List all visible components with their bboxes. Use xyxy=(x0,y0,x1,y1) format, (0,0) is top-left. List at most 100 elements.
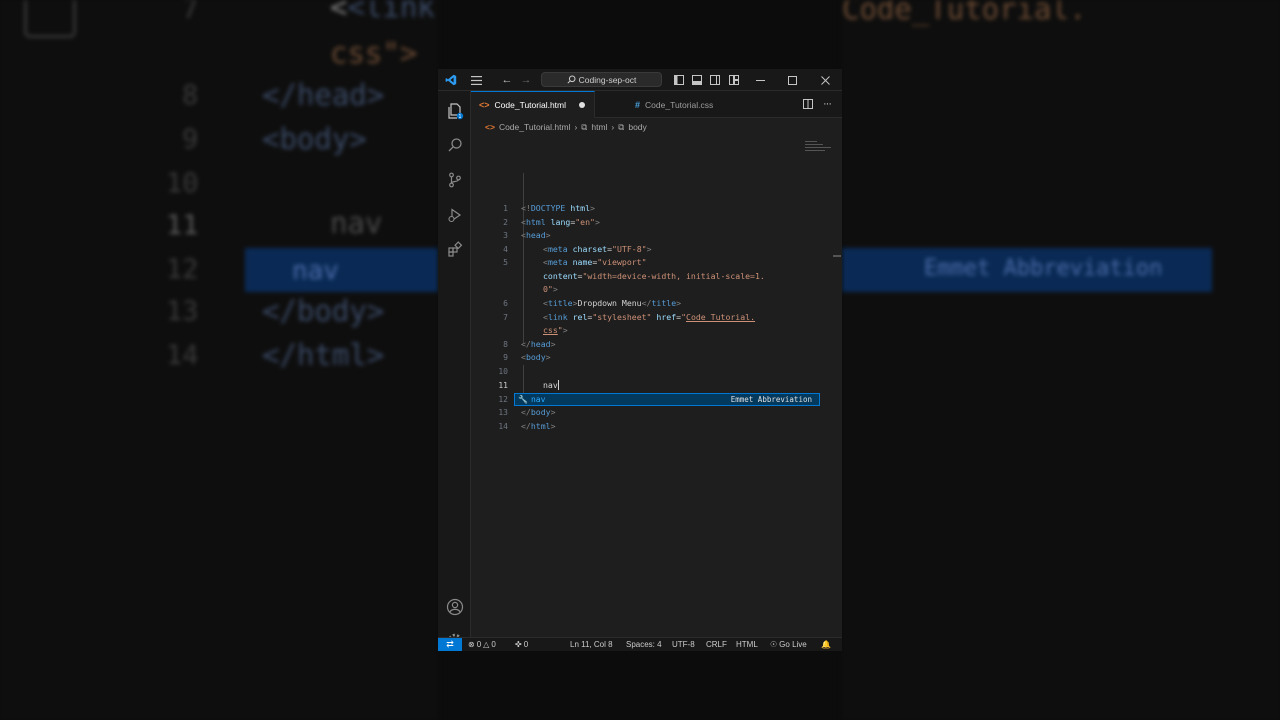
background-code: </head> xyxy=(262,78,385,112)
line-number: 12 xyxy=(498,395,508,404)
ports-icon: ✜ xyxy=(515,640,522,649)
back-arrow-icon[interactable]: ← xyxy=(500,73,514,87)
svg-text:1: 1 xyxy=(458,114,461,120)
background-line-number: 11 xyxy=(166,210,199,241)
suggestion-detail: Emmet Abbreviation xyxy=(730,395,812,404)
chevron-right-icon: › xyxy=(574,122,578,132)
background-suggest-band xyxy=(245,248,438,292)
editor-window: ← → Coding-sep-oct 1 <> Code_Tutorial.ht… xyxy=(438,69,842,651)
background-line-number: 10 xyxy=(166,168,199,199)
error-count: 0 xyxy=(476,640,482,649)
title-bar: ← → Coding-sep-oct xyxy=(438,69,842,91)
breadcrumb-item-html[interactable]: html xyxy=(591,122,607,132)
line-number: 9 xyxy=(503,353,508,362)
breadcrumb-item-body[interactable]: body xyxy=(628,122,646,132)
toggle-primary-sidebar-icon[interactable] xyxy=(672,73,686,87)
menu-icon[interactable] xyxy=(468,73,484,87)
css-file-icon: # xyxy=(635,99,641,110)
scrollbar-marker[interactable] xyxy=(833,255,841,257)
wrench-icon: 🔧 xyxy=(518,395,528,404)
ports-count: 0 xyxy=(523,640,529,649)
split-editor-icon[interactable] xyxy=(801,97,815,111)
background-right-panel: Code_Tutorial. Emmet Abbreviation xyxy=(842,0,1280,720)
line-number: 14 xyxy=(498,422,508,431)
html-file-icon: <> xyxy=(479,100,490,110)
warning-count: 0 xyxy=(491,640,496,649)
extensions-icon[interactable] xyxy=(438,235,471,263)
vscode-logo-icon xyxy=(444,73,458,87)
toggle-secondary-sidebar-icon[interactable] xyxy=(708,73,722,87)
line-number: 1 xyxy=(503,204,508,213)
minimize-icon[interactable] xyxy=(753,73,767,87)
code-line: </body> xyxy=(521,407,556,417)
code-line: <!DOCTYPE html> xyxy=(521,203,595,213)
code-line: <meta charset="UTF-8"> xyxy=(543,244,652,254)
background-code: </html> xyxy=(262,338,385,372)
eol-status[interactable]: CRLF xyxy=(706,638,727,651)
line-number: 6 xyxy=(503,299,508,308)
run-debug-icon[interactable] xyxy=(438,201,471,229)
go-live-label: Go Live xyxy=(779,640,807,649)
background-code: <body> xyxy=(262,122,367,156)
background-line-number: 8 xyxy=(182,80,199,111)
error-icon: ⊗ xyxy=(468,640,475,649)
go-live-button[interactable]: ☉ Go Live xyxy=(770,638,807,651)
line-number: 3 xyxy=(503,231,508,240)
code-line-current: nav xyxy=(543,380,559,390)
line-number: 13 xyxy=(498,408,508,417)
line-number: 5 xyxy=(503,258,508,267)
problems-status[interactable]: ⊗ 0 △ 0 xyxy=(468,638,496,651)
toggle-panel-icon[interactable] xyxy=(690,73,704,87)
background-line-number: 12 xyxy=(166,254,199,285)
warning-icon: △ xyxy=(483,640,490,649)
forward-arrow-icon[interactable]: → xyxy=(519,73,533,87)
line-number: 4 xyxy=(503,245,508,254)
suggestion-label: nav xyxy=(530,395,546,404)
code-line: <html lang="en"> xyxy=(521,217,600,227)
background-left-panel: 7 <<link css"> 8 </head> 9 <body> 10 11 … xyxy=(0,0,438,720)
code-line: </head> xyxy=(521,339,556,349)
status-bar: ⇄ ⊗ 0 △ 0 ✜ 0 Ln 11, Col 8 Spaces: 4 UTF… xyxy=(438,637,842,651)
remote-indicator-icon[interactable]: ⇄ xyxy=(438,638,462,651)
source-control-icon[interactable] xyxy=(438,166,471,194)
background-line-number: 9 xyxy=(182,124,199,155)
background-code: css"> xyxy=(330,36,418,70)
code-line-wrapped: css"> xyxy=(543,325,568,335)
indentation-status[interactable]: Spaces: 4 xyxy=(626,638,662,651)
encoding-status[interactable]: UTF-8 xyxy=(672,638,695,651)
ports-status[interactable]: ✜ 0 xyxy=(515,638,528,651)
code-line: <head> xyxy=(521,230,551,240)
maximize-icon[interactable] xyxy=(785,73,799,87)
explorer-icon[interactable]: 1 xyxy=(438,97,471,125)
minimap[interactable] xyxy=(805,139,833,153)
background-code: </body> xyxy=(262,294,385,328)
cursor-position[interactable]: Ln 11, Col 8 xyxy=(570,638,613,651)
background-code: Code_Tutorial. xyxy=(842,0,1087,26)
search-icon xyxy=(567,75,576,84)
code-line: <meta name="viewport" xyxy=(543,257,647,267)
line-number: 2 xyxy=(503,218,508,227)
breadcrumb-file[interactable]: Code_Tutorial.html xyxy=(499,122,571,132)
customize-layout-icon[interactable] xyxy=(727,73,741,87)
search-label: Coding-sep-oct xyxy=(578,74,637,85)
accounts-icon[interactable] xyxy=(438,593,471,621)
indent-guide xyxy=(523,173,524,343)
more-actions-icon[interactable]: ··· xyxy=(820,97,834,111)
tab-code-tutorial-html[interactable]: <> Code_Tutorial.html xyxy=(471,91,595,118)
close-icon[interactable] xyxy=(818,73,832,87)
background-line-number: 13 xyxy=(166,296,199,327)
code-editor[interactable]: 1 <!DOCTYPE html> 2 <html lang="en"> 3 <… xyxy=(471,133,842,637)
notifications-bell-icon[interactable]: 🔔 xyxy=(821,638,831,651)
language-mode[interactable]: HTML xyxy=(736,638,758,651)
unsaved-dot-icon[interactable] xyxy=(579,102,586,108)
code-line: <body> xyxy=(521,352,551,362)
text-cursor xyxy=(557,380,559,390)
background-logo-icon xyxy=(24,0,76,38)
activity-bar: 1 xyxy=(438,91,471,649)
tab-code-tutorial-css[interactable]: # Code_Tutorial.css xyxy=(595,91,735,118)
line-number: 8 xyxy=(503,340,508,349)
background-line-number: 7 xyxy=(182,0,199,25)
search-sidebar-icon[interactable] xyxy=(438,131,471,159)
command-center-search[interactable]: Coding-sep-oct xyxy=(541,72,662,87)
autocomplete-suggestion[interactable]: 🔧 nav Emmet Abbreviation xyxy=(514,393,820,406)
